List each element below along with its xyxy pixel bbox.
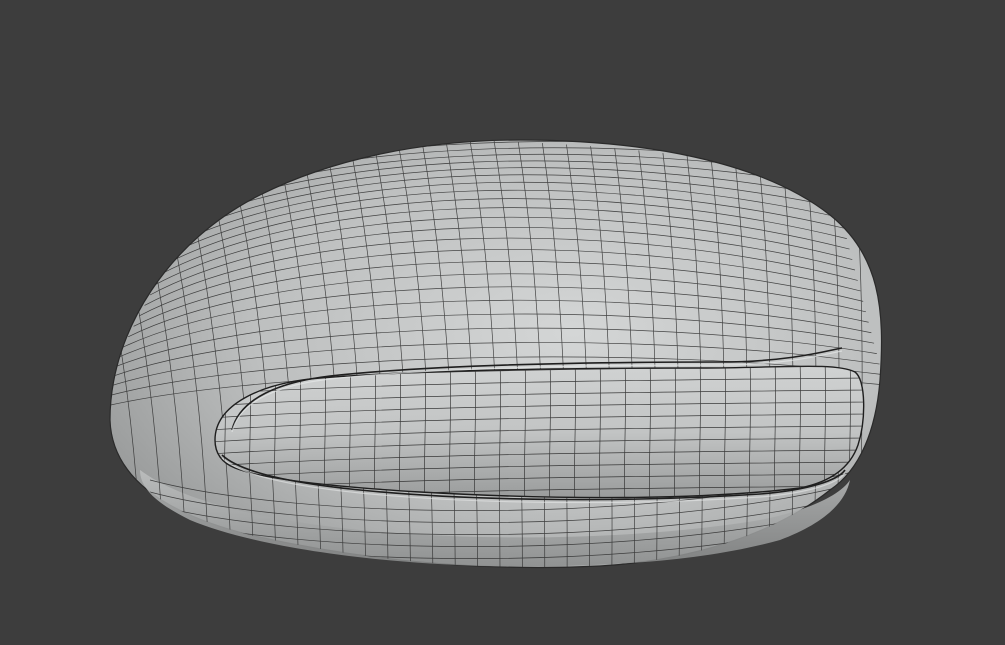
3d-viewport[interactable] xyxy=(0,0,1005,645)
edge-loop-vertical xyxy=(879,188,882,568)
viewport-canvas[interactable] xyxy=(0,0,1005,645)
edge-loop-vertical xyxy=(110,172,121,568)
mesh-body[interactable] xyxy=(109,139,883,569)
mesh-object[interactable] xyxy=(60,139,885,580)
